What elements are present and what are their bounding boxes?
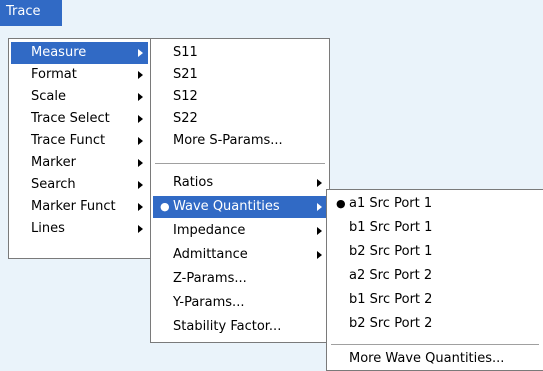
measure-submenu: S11 S21 S12 S22 More S-Params... Ratios …	[150, 38, 330, 343]
submenu-arrow-icon	[317, 179, 322, 187]
submenu-arrow-icon	[138, 181, 143, 189]
menu-item-label: Impedance	[173, 223, 246, 238]
menu-item-b1-src-port-2[interactable]: b1 Src Port 2	[329, 289, 541, 311]
submenu-arrow-icon	[138, 93, 143, 101]
menu-item-measure[interactable]: Measure	[11, 42, 148, 64]
menu-item-label: Stability Factor...	[173, 319, 282, 334]
menu-item-label: b1 Src Port 2	[349, 292, 433, 307]
menu-item-label: Z-Params...	[173, 271, 247, 286]
submenu-arrow-icon	[138, 159, 143, 167]
menu-item-b2-src-port-1[interactable]: b2 Src Port 1	[329, 241, 541, 263]
menu-item-more-wave-quantities[interactable]: More Wave Quantities...	[329, 348, 541, 370]
menu-item-a2-src-port-2[interactable]: a2 Src Port 2	[329, 265, 541, 287]
submenu-arrow-icon	[138, 203, 143, 211]
menu-item-marker[interactable]: Marker	[11, 152, 148, 174]
menubar-trace[interactable]: Trace	[0, 0, 62, 26]
trace-menu: Measure Format Scale Trace Select Trace …	[8, 38, 151, 259]
menu-item-label: S11	[173, 45, 198, 60]
menu-separator	[155, 163, 325, 164]
menu-item-wave-quantities[interactable]: ● Wave Quantities	[153, 196, 327, 218]
menu-item-format[interactable]: Format	[11, 64, 148, 86]
wave-quantities-submenu: ● a1 Src Port 1 b1 Src Port 1 b2 Src Por…	[326, 189, 543, 371]
menu-item-label: b2 Src Port 2	[349, 316, 433, 331]
menu-item-b1-src-port-1[interactable]: b1 Src Port 1	[329, 217, 541, 239]
menu-item-label: a1 Src Port 1	[349, 196, 433, 211]
radio-bullet-icon: ●	[160, 200, 170, 213]
menu-item-z-params[interactable]: Z-Params...	[153, 268, 327, 290]
menu-item-label: Trace Funct	[31, 133, 106, 148]
menu-item-label: Wave Quantities	[173, 199, 280, 214]
menu-item-label: Marker	[31, 155, 76, 170]
menu-item-label: S21	[173, 67, 198, 82]
submenu-arrow-icon	[138, 115, 143, 123]
menu-item-label: b2 Src Port 1	[349, 244, 433, 259]
menu-item-trace-select[interactable]: Trace Select	[11, 108, 148, 130]
menu-item-b2-src-port-2[interactable]: b2 Src Port 2	[329, 313, 541, 335]
menu-item-stability-factor[interactable]: Stability Factor...	[153, 316, 327, 338]
menu-item-impedance[interactable]: Impedance	[153, 220, 327, 242]
menu-item-label: Trace Select	[31, 111, 110, 126]
menu-item-label: Format	[31, 67, 77, 82]
menu-item-trace-funct[interactable]: Trace Funct	[11, 130, 148, 152]
menu-item-admittance[interactable]: Admittance	[153, 244, 327, 266]
menu-item-label: Marker Funct	[31, 199, 116, 214]
submenu-arrow-icon	[138, 137, 143, 145]
submenu-arrow-icon	[317, 203, 322, 211]
menu-item-label: a2 Src Port 2	[349, 268, 433, 283]
menu-item-label: Ratios	[173, 175, 214, 190]
menu-item-y-params[interactable]: Y-Params...	[153, 292, 327, 314]
menu-item-ratios[interactable]: Ratios	[153, 172, 327, 194]
menu-item-search[interactable]: Search	[11, 174, 148, 196]
menu-item-s22[interactable]: S22	[153, 108, 327, 130]
menu-item-s12[interactable]: S12	[153, 86, 327, 108]
menu-item-lines[interactable]: Lines	[11, 218, 148, 240]
menu-separator	[331, 344, 539, 345]
menu-item-label: Scale	[31, 89, 66, 104]
menu-item-label: S12	[173, 89, 198, 104]
submenu-arrow-icon	[317, 227, 322, 235]
submenu-arrow-icon	[138, 71, 143, 79]
menu-item-s21[interactable]: S21	[153, 64, 327, 86]
menu-item-label: Search	[31, 177, 76, 192]
menu-item-label: b1 Src Port 1	[349, 220, 433, 235]
menu-item-more-s-params[interactable]: More S-Params...	[153, 130, 327, 152]
menu-item-a1-src-port-1[interactable]: ● a1 Src Port 1	[329, 193, 541, 215]
radio-bullet-icon: ●	[336, 197, 346, 210]
menu-item-s11[interactable]: S11	[153, 42, 327, 64]
menu-item-marker-funct[interactable]: Marker Funct	[11, 196, 148, 218]
submenu-arrow-icon	[138, 49, 143, 57]
menu-item-label: Y-Params...	[173, 295, 245, 310]
submenu-arrow-icon	[317, 251, 322, 259]
submenu-arrow-icon	[138, 225, 143, 233]
menu-item-label: Lines	[31, 221, 65, 236]
menu-item-label: More Wave Quantities...	[349, 351, 505, 366]
menu-item-label: Admittance	[173, 247, 248, 262]
menu-item-label: Measure	[31, 45, 87, 60]
menu-item-label: S22	[173, 111, 198, 126]
menu-item-label: More S-Params...	[173, 133, 283, 148]
menu-item-scale[interactable]: Scale	[11, 86, 148, 108]
